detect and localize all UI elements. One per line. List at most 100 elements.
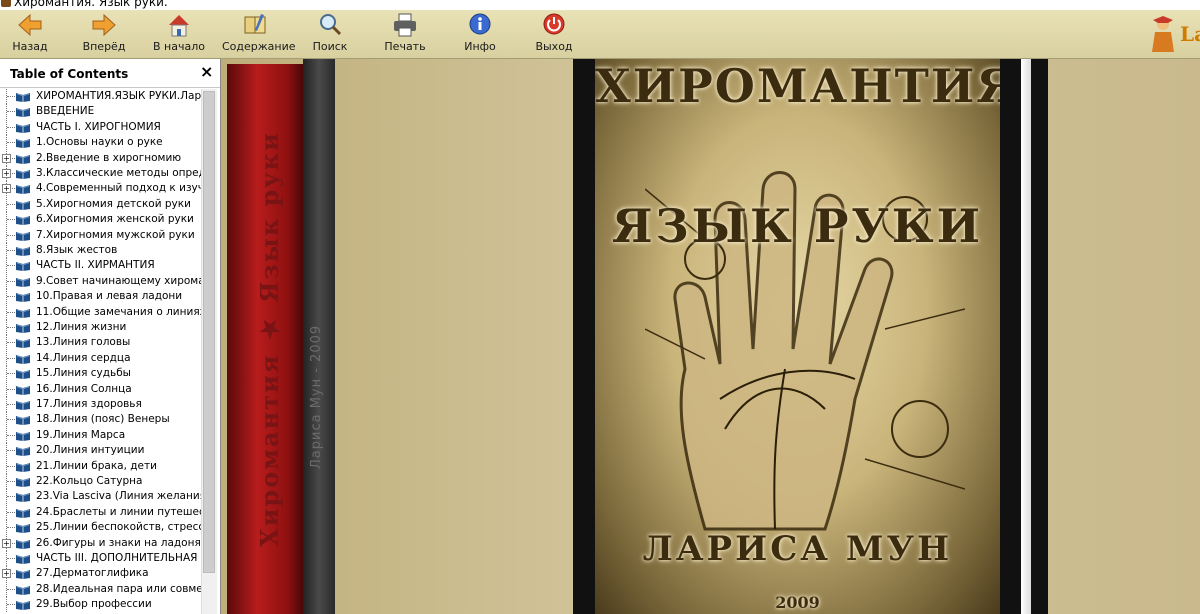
toc-item-label: 28.Идеальная пара или совместимость xyxy=(36,582,201,595)
toc-tree: ХИРОМАНТИЯ.ЯЗЫК РУКИ.Лариса Мун ВВЕДЕНИЕ Ч… xyxy=(0,89,201,614)
exit-button[interactable]: Выход xyxy=(532,10,576,58)
toc-item[interactable]: 18.Линия (пояс) Венеры xyxy=(0,412,201,428)
toc-title: Table of Contents xyxy=(10,67,129,81)
toc-item[interactable]: 23.Via Lasciva (Линия желания) xyxy=(0,489,201,505)
tree-connector xyxy=(7,203,15,205)
book-icon xyxy=(16,447,30,457)
book-icon xyxy=(16,401,30,410)
window-titlebar: Хиромантия. Язык руки. xyxy=(0,0,1200,10)
tree-connector xyxy=(7,481,15,482)
toc-item[interactable]: +26.Фигуры и знаки на ладонях xyxy=(0,535,201,551)
tree-connector xyxy=(7,111,15,113)
toc-item-label: 9.Совет начинающему хироманту xyxy=(36,274,201,287)
info-button[interactable]: Инфо xyxy=(458,10,502,58)
toc-item[interactable]: 9.Совет начинающему хироманту xyxy=(0,273,201,289)
tree-connector xyxy=(7,327,15,328)
toc-item[interactable]: ЧАСТЬ III. ДОПОЛНИТЕЛЬНАЯ ИНФОРМАЦИЯ xyxy=(0,551,201,566)
toc-item[interactable]: 14.Линия сердца xyxy=(0,350,201,366)
toc-item[interactable]: 1.Основы науки о руке xyxy=(0,135,201,151)
print-label: Печать xyxy=(384,40,426,53)
power-icon xyxy=(543,13,565,35)
book-icon xyxy=(16,262,30,272)
contents-button[interactable]: Содержание xyxy=(222,10,296,58)
back-button[interactable]: Назад xyxy=(8,10,52,58)
book-icon xyxy=(16,231,30,241)
toc-item[interactable]: 15.Линия судьбы xyxy=(0,366,201,382)
search-button[interactable]: Поиск xyxy=(308,10,352,58)
book-icon xyxy=(16,277,30,287)
toc-item[interactable]: +2.Введение в хирогномию xyxy=(0,150,201,166)
toc-item[interactable]: ХИРОМАНТИЯ.ЯЗЫК РУКИ.Лариса Мун xyxy=(0,89,201,104)
jester-icon xyxy=(1152,16,1174,52)
expand-icon[interactable]: + xyxy=(2,538,11,548)
toc-item-label: 16.Линия Солнца xyxy=(36,382,132,395)
toc-item-label: 23.Via Lasciva (Линия желания) xyxy=(36,490,201,503)
home-label: В начало xyxy=(153,40,205,53)
toc-item[interactable]: 13.Линия головы xyxy=(0,335,201,351)
book-icon xyxy=(16,370,30,380)
toc-item[interactable]: +3.Классические методы определения xyxy=(0,166,201,181)
toc-item[interactable]: 29.Выбор профессии xyxy=(0,597,201,613)
toc-item[interactable]: +27.Дерматоглифика xyxy=(0,566,201,582)
book-icon xyxy=(16,416,30,426)
toc-item[interactable]: 12.Линия жизни xyxy=(0,320,201,335)
tree-connector xyxy=(7,219,15,221)
toc-item-label: 6.Хирогномия женской руки xyxy=(36,213,194,226)
book-icon xyxy=(16,493,30,503)
toc-item[interactable]: 22.Кольцо Сатурна xyxy=(0,474,201,489)
brand-logo: La xyxy=(1140,10,1200,58)
toc-item[interactable]: ЧАСТЬ I. ХИРОГНОМИЯ xyxy=(0,119,201,135)
tree-connector xyxy=(7,604,15,606)
tree-connector xyxy=(7,342,15,344)
toc-item-label: 1.Основы науки о руке xyxy=(36,136,163,149)
book-icon xyxy=(16,200,30,210)
tree-connector xyxy=(7,404,15,405)
book-icon xyxy=(16,339,30,349)
toc-item[interactable]: 7.Хирогномия мужской руки xyxy=(0,227,201,243)
cover-year: 2009 xyxy=(775,593,820,612)
search-label: Поиск xyxy=(312,40,348,53)
tree-connector xyxy=(7,234,15,236)
toc-item-label: 5.Хирогномия детской руки xyxy=(36,197,191,210)
toc-item[interactable]: 8.Язык жестов xyxy=(0,243,201,258)
expand-icon[interactable]: + xyxy=(2,569,11,579)
expand-icon[interactable]: + xyxy=(2,169,11,178)
toc-item[interactable]: ВВЕДЕНИЕ xyxy=(0,104,201,120)
toc-item[interactable]: 6.Хирогномия женской руки xyxy=(0,212,201,228)
tree-connector xyxy=(7,296,15,298)
toc-item[interactable]: +4.Современный подход к изучению xyxy=(0,181,201,197)
palm-illustration xyxy=(645,171,965,531)
toc-item[interactable]: 25.Линии беспокойств, стрессов xyxy=(0,520,201,536)
toc-item-label: 13.Линия головы xyxy=(36,336,131,349)
book-icon xyxy=(16,508,30,518)
toc-item[interactable]: 17.Линия здоровья xyxy=(0,397,201,412)
toc-item[interactable]: 5.Хирогномия детской руки xyxy=(0,196,201,212)
toc-item[interactable]: 24.Браслеты и линии путешествий xyxy=(0,504,201,520)
book-icon xyxy=(16,524,30,534)
expand-icon[interactable]: + xyxy=(2,153,11,163)
toc-item[interactable]: 20.Линия интуиции xyxy=(0,443,201,459)
toc-scroll-thumb[interactable] xyxy=(203,91,215,573)
close-icon[interactable]: × xyxy=(200,62,213,81)
expand-icon[interactable]: + xyxy=(2,184,11,194)
tree-connector xyxy=(7,588,15,590)
toc-item[interactable]: 28.Идеальная пара или совместимость xyxy=(0,581,201,597)
toc-item[interactable]: 21.Линии брака, дети xyxy=(0,458,201,474)
toc-scrollbar[interactable] xyxy=(201,89,217,614)
book-icon xyxy=(16,170,30,179)
toc-item-label: 27.Дерматоглифика xyxy=(36,567,149,580)
toc-item-label: 2.Введение в хирогномию xyxy=(36,151,182,164)
book-cover-frame: ХИРОМАНТИЯ ЯЗЫК РУКИ ЛАРИСА МУН 2009 xyxy=(573,59,1048,614)
contents-label: Содержание xyxy=(222,40,296,53)
toc-item[interactable]: 11.Общие замечания о линиях на ладони xyxy=(0,304,201,320)
spine-title: Хиромантия ★ Язык руки xyxy=(255,131,284,547)
toc-item[interactable]: ЧАСТЬ II. ХИРМАНТИЯ xyxy=(0,258,201,274)
forward-button[interactable]: Вперёд xyxy=(80,10,128,58)
toc-item-label: 20.Линия интуиции xyxy=(36,444,145,457)
toc-item[interactable]: 19.Линия Марса xyxy=(0,427,201,443)
print-button[interactable]: Печать xyxy=(382,10,428,58)
toc-item[interactable]: 16.Линия Солнца xyxy=(0,381,201,397)
book-icon xyxy=(16,123,30,133)
toc-item[interactable]: 10.Правая и левая ладони xyxy=(0,289,201,305)
home-button[interactable]: В начало xyxy=(152,10,206,58)
